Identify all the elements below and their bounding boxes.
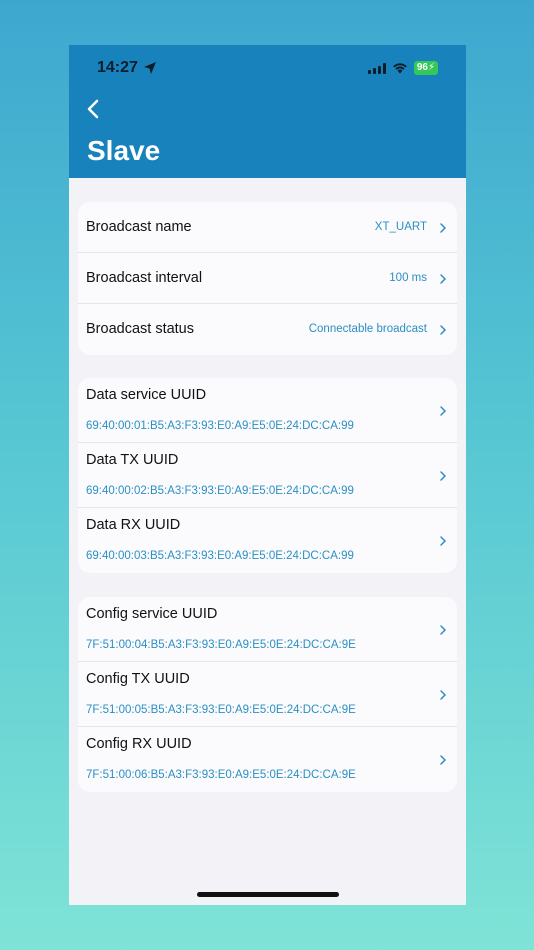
config-service-uuid-row[interactable]: Config service UUID 7F:51:00:04:B5:A3:F3… [78, 597, 457, 662]
home-indicator[interactable] [197, 892, 339, 897]
broadcast-interval-row[interactable]: Broadcast interval 100 ms [78, 253, 457, 304]
chevron-right-icon [440, 406, 447, 416]
uuid-value: 7F:51:00:06:B5:A3:F3:93:E0:A9:E5:0E:24:D… [86, 769, 356, 781]
row-label: Broadcast status [86, 321, 194, 337]
chevron-right-icon [440, 755, 447, 765]
battery-icon: 96⚡ [413, 61, 438, 75]
row-label: Data RX UUID [86, 517, 181, 533]
row-value: XT_UART [374, 221, 427, 233]
broadcast-card: Broadcast name XT_UART Broadcast interva… [78, 202, 457, 355]
chevron-right-icon [440, 471, 447, 481]
cellular-signal-icon [367, 62, 386, 74]
status-time: 14:27 [97, 59, 157, 77]
row-label: Config RX UUID [86, 736, 192, 752]
chevron-left-icon [87, 99, 99, 119]
uuid-value: 69:40:00:01:B5:A3:F3:93:E0:A9:E5:0E:24:D… [86, 420, 354, 432]
phone-screen: 14:27 96⚡ Slave Broadcast name XT_UART B… [69, 45, 466, 905]
status-indicators: 96⚡ [367, 61, 438, 75]
chevron-right-icon [440, 536, 447, 546]
uuid-value: 69:40:00:03:B5:A3:F3:93:E0:A9:E5:0E:24:D… [86, 550, 354, 562]
data-tx-uuid-row[interactable]: Data TX UUID 69:40:00:02:B5:A3:F3:93:E0:… [78, 443, 457, 508]
chevron-right-icon [440, 274, 447, 284]
wifi-icon [393, 63, 407, 74]
row-label: Data TX UUID [86, 452, 179, 468]
config-rx-uuid-row[interactable]: Config RX UUID 7F:51:00:06:B5:A3:F3:93:E… [78, 727, 457, 792]
data-rx-uuid-row[interactable]: Data RX UUID 69:40:00:03:B5:A3:F3:93:E0:… [78, 508, 457, 573]
row-label: Broadcast name [86, 219, 192, 235]
data-service-uuid-row[interactable]: Data service UUID 69:40:00:01:B5:A3:F3:9… [78, 378, 457, 443]
uuid-value: 69:40:00:02:B5:A3:F3:93:E0:A9:E5:0E:24:D… [86, 485, 354, 497]
chevron-right-icon [440, 625, 447, 635]
config-tx-uuid-row[interactable]: Config TX UUID 7F:51:00:05:B5:A3:F3:93:E… [78, 662, 457, 727]
back-button[interactable] [79, 95, 107, 123]
chevron-right-icon [440, 223, 447, 233]
broadcast-status-row[interactable]: Broadcast status Connectable broadcast [78, 304, 457, 355]
row-label: Data service UUID [86, 387, 207, 403]
config-uuid-card: Config service UUID 7F:51:00:04:B5:A3:F3… [78, 597, 457, 792]
row-value: Connectable broadcast [308, 323, 427, 335]
page-title: Slave [87, 135, 161, 166]
chevron-right-icon [440, 325, 447, 335]
nav-header: 14:27 96⚡ Slave [69, 45, 466, 178]
location-arrow-icon [143, 62, 156, 74]
uuid-value: 7F:51:00:04:B5:A3:F3:93:E0:A9:E5:0E:24:D… [86, 639, 356, 651]
data-uuid-card: Data service UUID 69:40:00:01:B5:A3:F3:9… [78, 378, 457, 573]
broadcast-name-row[interactable]: Broadcast name XT_UART [78, 202, 457, 253]
row-label: Broadcast interval [86, 270, 203, 286]
row-label: Config TX UUID [86, 671, 190, 687]
row-label: Config service UUID [86, 606, 218, 622]
chevron-right-icon [440, 690, 447, 700]
uuid-value: 7F:51:00:05:B5:A3:F3:93:E0:A9:E5:0E:24:D… [86, 704, 356, 716]
row-value: 100 ms [389, 272, 427, 284]
